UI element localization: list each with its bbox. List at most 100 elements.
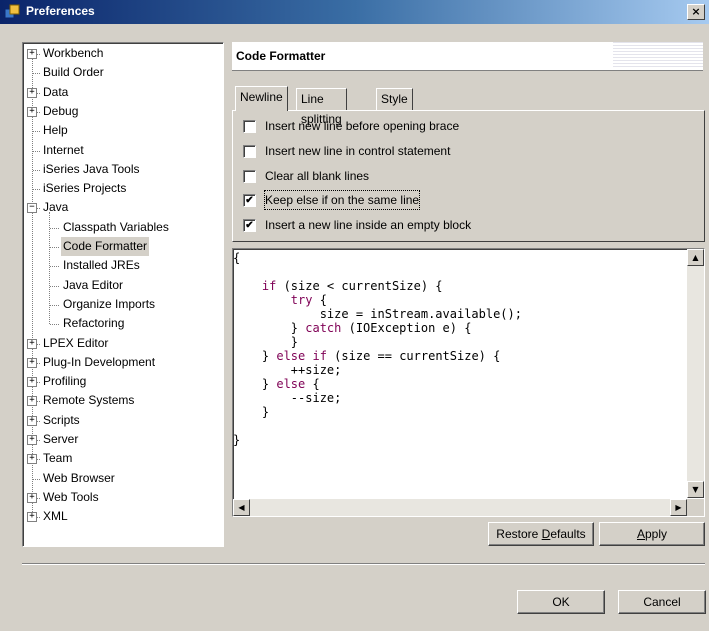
tree-item-label: iSeries Java Tools — [43, 161, 140, 176]
tree-item-team[interactable]: + Team — [23, 449, 221, 468]
tree-item-label: Web Tools — [43, 489, 99, 504]
tree-item-label: Organize Imports — [63, 296, 156, 311]
expand-icon[interactable]: + — [27, 377, 37, 388]
scroll-down-icon[interactable]: ▼ — [687, 481, 704, 498]
code-line: } — [233, 433, 241, 447]
tab-panel-newline: Insert new line before opening brace Inse… — [232, 110, 705, 242]
tree-item-label: Remote Systems — [43, 393, 135, 408]
expand-icon[interactable]: + — [27, 454, 37, 465]
tree-item-label: Web Browser — [43, 470, 115, 485]
tree-item-iseries-java-tools[interactable]: iSeries Java Tools — [23, 160, 221, 179]
tree-item-label: Internet — [43, 142, 84, 157]
button-mnemonic: A — [636, 527, 645, 541]
tree-item-label: iSeries Projects — [43, 181, 127, 196]
page-header: Code Formatter — [232, 42, 703, 71]
scroll-left-icon[interactable]: ◀ — [233, 499, 250, 516]
tree-item-code-formatter[interactable]: Code Formatter — [23, 237, 221, 256]
tree-item-server[interactable]: + Server — [23, 430, 221, 449]
tree-item-label: Data — [43, 84, 69, 99]
scroll-right-icon[interactable]: ▶ — [670, 499, 687, 516]
vertical-scrollbar[interactable]: ▲ ▼ — [687, 249, 704, 498]
code-keyword: if — [261, 279, 277, 293]
tree-item-label: Build Order — [43, 65, 104, 80]
code-keyword: if — [312, 349, 327, 363]
horizontal-scrollbar[interactable]: ◀ ▶ — [233, 499, 687, 516]
header-decoration — [613, 42, 703, 69]
code-keyword: try — [290, 293, 313, 307]
tree-item-profiling[interactable]: + Profiling — [23, 372, 221, 391]
checkbox-icon[interactable] — [243, 120, 256, 133]
tree-item-lpex-editor[interactable]: + LPEX Editor — [23, 334, 221, 353]
tree-item-refactoring[interactable]: Refactoring — [23, 314, 221, 333]
checkbox-icon[interactable] — [243, 145, 256, 158]
tree-item-classpath-variables[interactable]: Classpath Variables — [23, 218, 221, 237]
tree-item-build-order[interactable]: Build Order — [23, 63, 221, 82]
expand-icon[interactable]: + — [27, 106, 37, 117]
tree-item-data[interactable]: + Data — [23, 83, 221, 102]
tab-style[interactable]: Style — [376, 88, 413, 110]
tree-item-internet[interactable]: Internet — [23, 141, 221, 160]
checkbox-checked-icon[interactable]: ✔ — [243, 194, 256, 207]
scroll-corner — [687, 499, 704, 516]
option-label: Insert new line before opening brace — [265, 119, 460, 133]
tree-item-remote-systems[interactable]: + Remote Systems — [23, 391, 221, 410]
apply-button[interactable]: Apply — [599, 522, 705, 546]
tree-item-label: Server — [43, 432, 79, 446]
tree-item-iseries-projects[interactable]: iSeries Projects — [23, 179, 221, 198]
expand-icon[interactable]: + — [27, 87, 37, 98]
restore-defaults-button[interactable]: Restore Defaults — [488, 522, 594, 546]
code-line: --size; — [233, 391, 342, 405]
expand-icon[interactable]: + — [27, 396, 37, 407]
button-label-part: pply — [645, 527, 668, 541]
option-label: Clear all blank lines — [265, 169, 370, 183]
expand-icon[interactable]: + — [27, 435, 37, 445]
tree-item-web-browser[interactable]: Web Browser — [23, 469, 221, 488]
expand-icon[interactable]: + — [27, 492, 37, 503]
tree-item-installed-jres[interactable]: Installed JREs — [23, 256, 221, 275]
tree-item-help[interactable]: Help — [23, 121, 221, 140]
tree-item-label: Installed JREs — [63, 258, 140, 273]
tree-item-label: Code Formatter — [61, 237, 150, 256]
tree-item-label: Workbench — [43, 46, 104, 60]
tree-item-scripts[interactable]: + Scripts — [23, 411, 221, 430]
code-keyword: catch — [305, 321, 342, 335]
collapse-icon[interactable]: − — [27, 203, 37, 214]
code-line: } else { — [233, 377, 320, 391]
checkbox-icon[interactable] — [243, 170, 256, 183]
code-line: } — [233, 335, 299, 349]
tree-connector — [50, 285, 59, 287]
tree-item-java[interactable]: − Java — [23, 198, 221, 217]
expand-icon[interactable]: + — [27, 357, 37, 368]
tree-connector — [50, 227, 59, 229]
code-preview-text: { if (size < currentSize) { try { size =… — [233, 251, 522, 447]
tree-item-label: Team — [43, 451, 73, 466]
cancel-button[interactable]: Cancel — [618, 590, 706, 614]
tree-item-xml[interactable]: + XML — [23, 507, 221, 526]
tree-item-java-editor[interactable]: Java Editor — [23, 276, 221, 295]
checkbox-checked-icon[interactable]: ✔ — [243, 219, 256, 232]
expand-icon[interactable]: + — [27, 49, 37, 59]
tree-item-debug[interactable]: + Debug — [23, 102, 221, 121]
tree-item-web-tools[interactable]: + Web Tools — [23, 488, 221, 507]
preferences-icon — [4, 4, 20, 19]
tree-item-plug-in-development[interactable]: + Plug-In Development — [23, 353, 221, 372]
button-label-part: efaults — [550, 527, 586, 541]
scroll-up-icon[interactable]: ▲ — [687, 249, 704, 266]
expand-icon[interactable]: + — [27, 338, 37, 349]
tree-connector — [33, 73, 40, 75]
tree-item-label: Java — [43, 200, 69, 215]
tree-item-workbench[interactable]: + Workbench — [23, 44, 221, 63]
close-icon[interactable]: × — [687, 4, 705, 20]
ok-button[interactable]: OK — [517, 590, 605, 614]
tree-connector — [33, 478, 40, 480]
tree-item-organize-imports[interactable]: Organize Imports — [23, 295, 221, 314]
expand-icon[interactable]: + — [27, 512, 37, 523]
tree-connector — [50, 324, 59, 326]
expand-icon[interactable]: + — [27, 415, 37, 426]
page-title: Code Formatter — [236, 49, 326, 63]
tab-newline[interactable]: Newline — [235, 86, 288, 111]
tree-connector — [50, 304, 59, 306]
tree-connector — [50, 266, 59, 268]
preferences-tree[interactable]: + Workbench Build Order + Data + Debug Help Inte… — [22, 42, 224, 547]
tab-line-splitting[interactable]: Line splitting — [296, 88, 347, 126]
